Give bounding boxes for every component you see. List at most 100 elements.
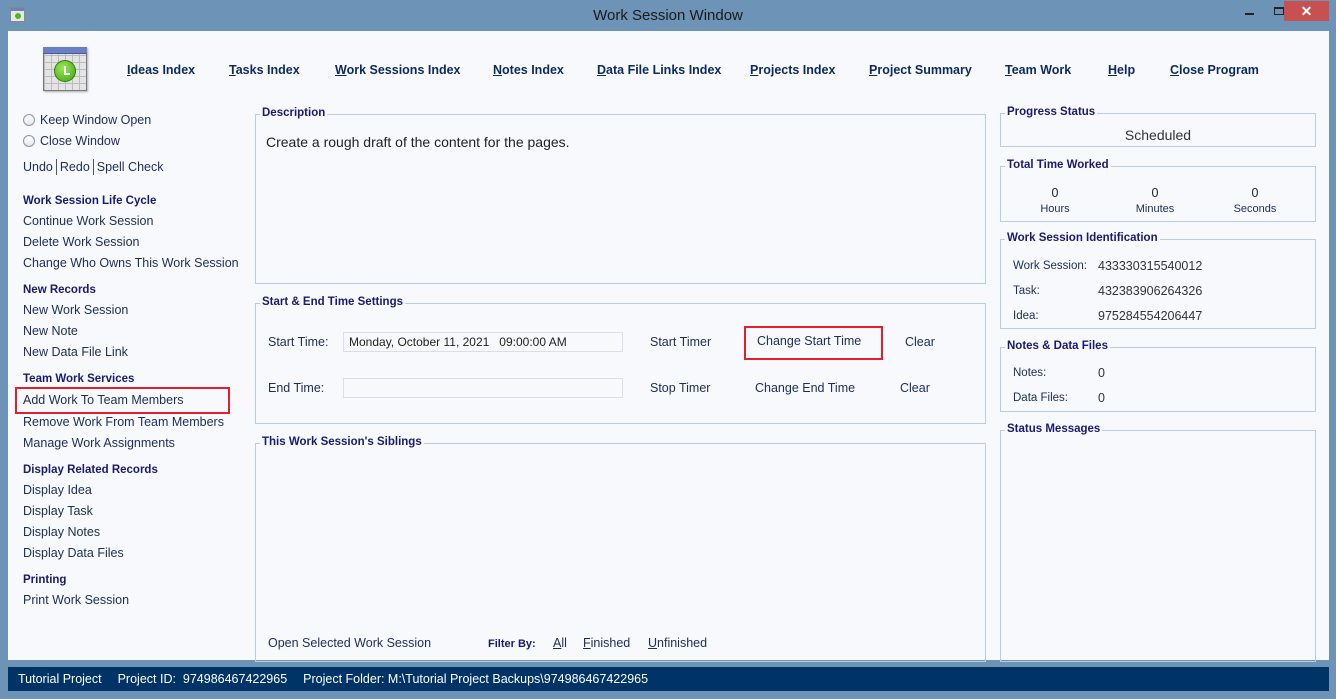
filter-all-link[interactable]: All — [553, 636, 567, 650]
status-messages-title: Status Messages — [1005, 423, 1103, 435]
work-session-id-label: Work Session: — [1013, 260, 1087, 272]
progress-status-group: Progress Status Scheduled — [1000, 106, 1316, 147]
new-work-session-link[interactable]: New Work Session — [23, 300, 253, 321]
redo-link[interactable]: Redo — [60, 160, 90, 174]
project-id: Project ID: 974986467422965 — [117, 672, 288, 686]
manage-work-assignments-link[interactable]: Manage Work Assignments — [23, 433, 253, 454]
section-heading-life-cycle: Work Session Life Cycle — [23, 195, 157, 207]
print-work-session-link[interactable]: Print Work Session — [23, 590, 253, 611]
minimize-icon — [1244, 13, 1254, 15]
display-notes-link[interactable]: Display Notes — [23, 522, 253, 543]
description-group: Description Create a rough draft of the … — [255, 107, 986, 284]
display-task-link[interactable]: Display Task — [23, 501, 253, 522]
divider — [92, 159, 94, 175]
nav-projects-index[interactable]: Projects Index — [750, 63, 835, 77]
section-heading-team-work: Team Work Services — [23, 373, 135, 385]
new-data-file-link[interactable]: New Data File Link — [23, 342, 253, 363]
description-title: Description — [260, 107, 328, 119]
seconds-column: 0 Seconds — [1205, 186, 1305, 215]
open-selected-work-session-button[interactable]: Open Selected Work Session — [268, 636, 431, 650]
minutes-value: 0 — [1151, 186, 1159, 200]
add-work-to-team-members-link[interactable]: Add Work To Team Members — [15, 387, 230, 414]
identification-title: Work Session Identification — [1005, 232, 1160, 244]
filter-by-label: Filter By: — [488, 638, 536, 650]
title-bar[interactable]: Work Session Window ✕ — [0, 0, 1336, 31]
stop-timer-button[interactable]: Stop Timer — [650, 381, 710, 395]
time-settings-group: Start & End Time Settings Start Time: Mo… — [255, 296, 986, 424]
minimize-button[interactable] — [1234, 1, 1264, 21]
change-end-time-button[interactable]: Change End Time — [755, 381, 855, 395]
hours-value: 0 — [1051, 186, 1059, 200]
project-name: Tutorial Project — [18, 672, 102, 686]
progress-status-value: Scheduled — [1124, 127, 1192, 143]
work-session-calendar-clock-icon — [43, 47, 87, 91]
radio-button[interactable] — [23, 113, 35, 126]
radio-button[interactable] — [23, 134, 35, 147]
siblings-group: This Work Session's Siblings Open Select… — [255, 436, 986, 662]
close-window-option[interactable]: Close Window — [23, 130, 253, 151]
hours-column: 0 Hours — [1005, 186, 1105, 215]
idea-id-value: 975284554206447 — [1098, 309, 1203, 323]
sidebar: Keep Window Open Close Window Undo Redo … — [15, 109, 253, 611]
display-data-files-link[interactable]: Display Data Files — [23, 543, 253, 564]
filter-finished-link[interactable]: Finished — [583, 636, 630, 650]
work-session-id-value: 433330315540012 — [1098, 259, 1203, 273]
nav-team-work[interactable]: Team Work — [1005, 63, 1071, 77]
nav-notes-index[interactable]: Notes Index — [493, 63, 564, 77]
nav-work-sessions-index[interactable]: Work Sessions Index — [335, 63, 461, 77]
clear-start-time-button[interactable]: Clear — [905, 335, 935, 349]
delete-work-session-link[interactable]: Delete Work Session — [23, 232, 253, 253]
minutes-column: 0 Minutes — [1105, 186, 1205, 215]
window-title: Work Session Window — [593, 7, 743, 24]
time-settings-title: Start & End Time Settings — [260, 296, 406, 308]
change-owner-link[interactable]: Change Who Owns This Work Session — [23, 253, 253, 274]
nav-ideas-index[interactable]: Ideas Index — [127, 63, 195, 77]
keep-window-open-label: Keep Window Open — [40, 112, 152, 127]
data-files-count-label: Data Files: — [1013, 392, 1068, 404]
description-text[interactable]: Create a rough draft of the content for … — [266, 134, 570, 150]
siblings-title: This Work Session's Siblings — [260, 436, 424, 448]
start-timer-button[interactable]: Start Timer — [650, 335, 711, 349]
work-session-identification-group: Work Session Identification Work Session… — [1000, 232, 1316, 329]
continue-work-session-link[interactable]: Continue Work Session — [23, 211, 253, 232]
nav-help[interactable]: Help — [1108, 63, 1135, 77]
change-start-time-button[interactable]: Change Start Time — [744, 326, 883, 360]
close-window-button[interactable]: ✕ — [1284, 1, 1329, 21]
progress-status-title: Progress Status — [1005, 106, 1098, 118]
display-idea-link[interactable]: Display Idea — [23, 480, 253, 501]
clear-end-time-button[interactable]: Clear — [900, 381, 930, 395]
minutes-label: Minutes — [1135, 203, 1175, 215]
top-navigation: Ideas Index Tasks Index Work Sessions In… — [8, 31, 1329, 103]
section-heading-display-related: Display Related Records — [23, 464, 158, 476]
task-id-value: 432383906264326 — [1098, 284, 1203, 298]
section-heading-new-records: New Records — [23, 284, 96, 296]
nav-project-summary[interactable]: Project Summary — [869, 63, 972, 77]
maximize-icon — [1274, 7, 1284, 15]
start-time-field[interactable]: Monday, October 11, 2021 09:00:00 AM — [343, 332, 623, 352]
section-heading-printing: Printing — [23, 574, 67, 586]
hours-label: Hours — [1040, 203, 1070, 215]
undo-link[interactable]: Undo — [23, 160, 53, 174]
data-files-count-value: 0 — [1098, 391, 1105, 405]
edit-actions: Undo Redo Spell Check — [23, 159, 253, 175]
idea-id-label: Idea: — [1013, 310, 1039, 322]
nav-close-program[interactable]: Close Program — [1170, 63, 1259, 77]
end-time-label: End Time: — [268, 381, 325, 395]
filter-unfinished-link[interactable]: Unfinished — [648, 636, 707, 650]
status-messages-group: Status Messages — [1000, 423, 1316, 662]
spell-check-link[interactable]: Spell Check — [97, 160, 164, 174]
notes-data-files-group: Notes & Data Files Notes: 0 Data Files: … — [1000, 340, 1316, 412]
nav-tasks-index[interactable]: Tasks Index — [229, 63, 300, 77]
window-client: Ideas Index Tasks Index Work Sessions In… — [8, 31, 1329, 662]
remove-work-from-team-members-link[interactable]: Remove Work From Team Members — [23, 412, 253, 433]
close-icon: ✕ — [1300, 2, 1313, 19]
project-folder: Project Folder: M:\Tutorial Project Back… — [303, 672, 649, 686]
notes-data-files-title: Notes & Data Files — [1005, 340, 1110, 352]
keep-window-open-option[interactable]: Keep Window Open — [23, 109, 253, 130]
end-time-field[interactable] — [343, 378, 623, 398]
new-note-link[interactable]: New Note — [23, 321, 253, 342]
seconds-value: 0 — [1251, 186, 1259, 200]
notes-count-label: Notes: — [1013, 367, 1047, 379]
status-bar: Tutorial Project Project ID: 97498646742… — [8, 667, 1329, 691]
nav-data-file-links-index[interactable]: Data File Links Index — [597, 63, 721, 77]
